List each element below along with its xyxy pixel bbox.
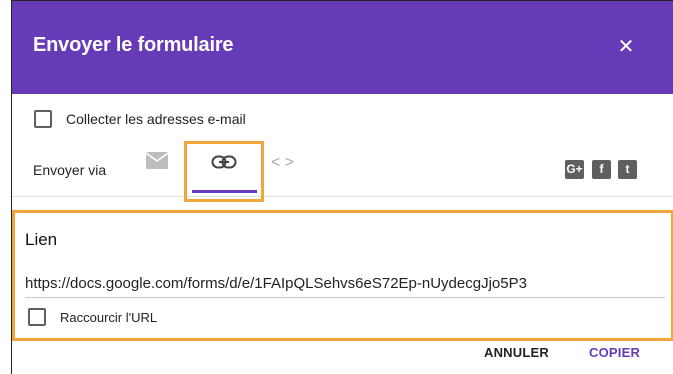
active-tab-indicator — [192, 190, 257, 193]
google-plus-icon[interactable]: G+ — [565, 160, 584, 179]
twitter-icon[interactable]: t — [618, 160, 637, 179]
embed-icon[interactable]: < > — [271, 154, 295, 174]
collect-emails-option[interactable]: Collecter les adresses e-mail — [34, 109, 246, 129]
close-icon[interactable]: ✕ — [610, 31, 642, 63]
dialog-header: Envoyer le formulaire ✕ — [12, 1, 673, 94]
copy-button[interactable]: COPIER — [589, 345, 640, 360]
send-via-bar: Envoyer via < > G+ f t — [12, 141, 673, 202]
dialog-title: Envoyer le formulaire — [33, 34, 234, 56]
shorten-url-checkbox[interactable] — [28, 308, 46, 326]
link-url-field[interactable]: https://docs.google.com/forms/d/e/1FAIpQ… — [25, 271, 665, 298]
send-form-dialog: Envoyer le formulaire ✕ Collecter les ad… — [11, 0, 673, 374]
collect-emails-label: Collecter les adresses e-mail — [66, 111, 246, 127]
email-icon[interactable] — [145, 152, 169, 174]
link-panel: Lien https://docs.google.com/forms/d/e/1… — [12, 210, 673, 341]
shorten-url-label: Raccourcir l'URL — [60, 309, 158, 325]
link-heading: Lien — [25, 230, 58, 249]
send-via-label: Envoyer via — [33, 162, 107, 178]
link-icon[interactable] — [202, 155, 246, 179]
collect-emails-checkbox[interactable] — [34, 110, 52, 128]
shorten-url-option[interactable]: Raccourcir l'URL — [28, 306, 157, 328]
cancel-button[interactable]: ANNULER — [484, 345, 549, 360]
facebook-icon[interactable]: f — [592, 160, 611, 179]
